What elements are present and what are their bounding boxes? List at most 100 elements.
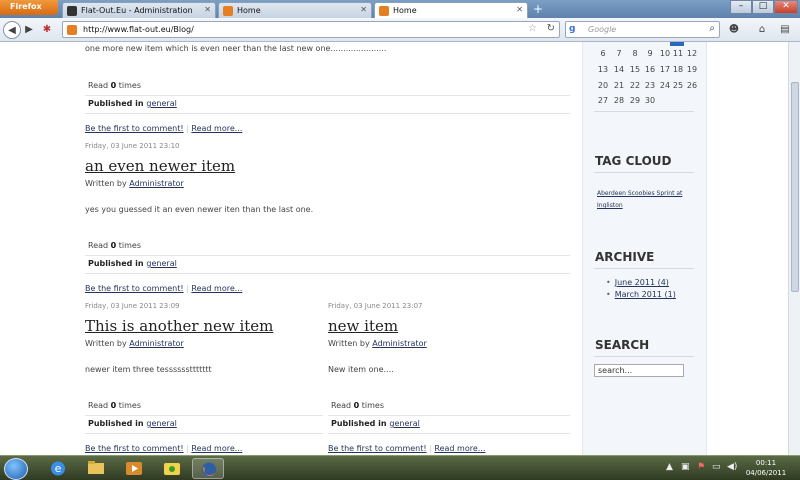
page-scrollbar[interactable] bbox=[788, 42, 800, 455]
author-link[interactable]: Administrator bbox=[129, 179, 184, 188]
comment-link[interactable]: Be the first to comment! bbox=[85, 444, 184, 453]
addon-icon[interactable]: ☻ bbox=[726, 21, 742, 39]
calendar-day[interactable]: 25 bbox=[671, 81, 685, 90]
firefox-taskbar-icon[interactable] bbox=[192, 458, 224, 479]
author-link[interactable]: Administrator bbox=[129, 339, 184, 348]
post-body: yes you guessed it an even newer iten th… bbox=[85, 205, 314, 214]
calendar-day[interactable]: 14 bbox=[612, 65, 626, 74]
read-more-link[interactable]: Read more... bbox=[191, 124, 242, 133]
show-hidden-icons[interactable]: ▲ bbox=[666, 462, 673, 472]
calendar-day[interactable]: 29 bbox=[628, 96, 642, 105]
divider bbox=[85, 433, 323, 434]
internet-explorer-icon[interactable]: e bbox=[42, 458, 74, 479]
close-tab-icon[interactable]: ✕ bbox=[516, 5, 523, 14]
calendar-day[interactable]: 9 bbox=[643, 49, 657, 58]
calendar-day[interactable]: 8 bbox=[628, 49, 642, 58]
calendar-day[interactable]: 10 bbox=[658, 49, 672, 58]
close-tab-icon[interactable]: ✕ bbox=[204, 5, 211, 14]
calendar-day[interactable]: 7 bbox=[612, 49, 626, 58]
menu-icon[interactable]: ▤ bbox=[776, 21, 794, 39]
divider bbox=[328, 415, 570, 416]
reload-icon[interactable]: ↻ bbox=[547, 23, 555, 34]
calendar-day[interactable]: 24 bbox=[658, 81, 672, 90]
calendar-day[interactable]: 22 bbox=[628, 81, 642, 90]
site-search-input[interactable] bbox=[594, 364, 684, 377]
divider bbox=[328, 433, 570, 434]
minimize-button[interactable]: – bbox=[730, 0, 752, 14]
calendar-day[interactable]: 12 bbox=[685, 49, 699, 58]
system-clock[interactable]: 00:11 04/06/2011 bbox=[744, 458, 788, 478]
calendar-day[interactable]: 23 bbox=[643, 81, 657, 90]
search-icon[interactable]: ⌕ bbox=[709, 23, 715, 34]
calendar-day[interactable]: 20 bbox=[596, 81, 610, 90]
url-bar[interactable]: http://www.flat-out.eu/Blog/ ☆ ↻ bbox=[62, 21, 560, 38]
calendar-day[interactable]: 11 bbox=[671, 49, 685, 58]
comment-link[interactable]: Be the first to comment! bbox=[85, 124, 184, 133]
read-more-link[interactable]: Read more... bbox=[434, 444, 485, 453]
archive-item: June 2011 (4) bbox=[606, 278, 676, 287]
comment-link[interactable]: Be the first to comment! bbox=[85, 284, 184, 293]
archive-link[interactable]: March 2011 (1) bbox=[615, 290, 676, 299]
post-date: Friday, 03 June 2011 23:07 bbox=[328, 302, 423, 310]
calendar-day[interactable]: 28 bbox=[612, 96, 626, 105]
forward-button[interactable]: ▶ bbox=[23, 21, 35, 39]
calendar-day[interactable]: 19 bbox=[685, 65, 699, 74]
post-title-link[interactable]: new item bbox=[328, 317, 398, 335]
post-category: Published in general bbox=[88, 259, 177, 268]
category-link[interactable]: general bbox=[389, 419, 419, 428]
calendar-day[interactable]: 13 bbox=[596, 65, 610, 74]
post-title-link[interactable]: an even newer item bbox=[85, 157, 235, 175]
calendar-day[interactable]: 17 bbox=[658, 65, 672, 74]
category-link[interactable]: general bbox=[146, 99, 176, 108]
scrollbar-thumb[interactable] bbox=[791, 82, 799, 292]
google-icon[interactable]: g bbox=[569, 24, 575, 34]
comment-link[interactable]: Be the first to comment! bbox=[328, 444, 427, 453]
tab-label: Home bbox=[237, 6, 261, 15]
category-link[interactable]: general bbox=[146, 259, 176, 268]
calendar-day[interactable]: 26 bbox=[685, 81, 699, 90]
tab-label: Flat-Out.Eu - Administration bbox=[81, 6, 193, 15]
search-bar[interactable]: g Google ⌕ bbox=[565, 21, 720, 38]
tag-link[interactable]: Aberdeen Scoobies Sprint at Ingliston bbox=[597, 188, 693, 212]
archive-link[interactable]: June 2011 (4) bbox=[615, 278, 669, 287]
calendar-day[interactable]: 6 bbox=[596, 49, 610, 58]
tab-administration[interactable]: Flat-Out.Eu - Administration ✕ bbox=[62, 2, 216, 18]
calendar-day[interactable]: 30 bbox=[643, 96, 657, 105]
calendar-day[interactable]: 16 bbox=[643, 65, 657, 74]
post-actions: Be the first to comment! | Read more... bbox=[85, 284, 243, 293]
close-window-button[interactable]: ✕ bbox=[774, 0, 798, 14]
display-icon[interactable]: ▭ bbox=[712, 462, 721, 472]
file-explorer-icon[interactable] bbox=[80, 458, 112, 479]
calendar-day[interactable]: 15 bbox=[628, 65, 642, 74]
post-title-link[interactable]: This is another new item bbox=[85, 317, 273, 335]
tab-label: Home bbox=[393, 6, 417, 15]
read-more-link[interactable]: Read more... bbox=[191, 284, 242, 293]
maximize-button[interactable]: □ bbox=[752, 0, 774, 14]
bookmark-icon[interactable]: ✱ bbox=[38, 21, 56, 39]
volume-icon[interactable]: ◀) bbox=[727, 462, 737, 472]
network-icon[interactable]: ▣ bbox=[681, 462, 690, 472]
post-date: Friday, 03 June 2011 23:10 bbox=[85, 142, 180, 150]
tab-home-2[interactable]: Home ✕ bbox=[374, 2, 528, 18]
action-center-icon[interactable]: ⚑ bbox=[697, 462, 705, 472]
site-favicon-icon bbox=[379, 6, 389, 16]
firefox-menu-button[interactable]: Firefox bbox=[0, 0, 58, 15]
calendar-day[interactable]: 21 bbox=[612, 81, 626, 90]
star-icon[interactable]: ☆ bbox=[528, 23, 537, 34]
post-category: Published in general bbox=[331, 419, 420, 428]
home-icon[interactable]: ⌂ bbox=[754, 21, 770, 39]
media-player-icon[interactable] bbox=[118, 458, 150, 479]
calendar-day[interactable]: 27 bbox=[596, 96, 610, 105]
read-more-link[interactable]: Read more... bbox=[191, 444, 242, 453]
site-identity-icon bbox=[67, 25, 77, 35]
new-tab-button[interactable]: + bbox=[530, 3, 546, 17]
close-tab-icon[interactable]: ✕ bbox=[360, 5, 367, 14]
category-link[interactable]: general bbox=[146, 419, 176, 428]
author-link[interactable]: Administrator bbox=[372, 339, 427, 348]
tab-home-1[interactable]: Home ✕ bbox=[218, 2, 372, 18]
folder-app-icon[interactable] bbox=[156, 458, 188, 479]
start-button[interactable] bbox=[4, 458, 28, 480]
calendar-day[interactable]: 18 bbox=[671, 65, 685, 74]
divider bbox=[594, 111, 694, 112]
back-button[interactable]: ◀ bbox=[3, 21, 21, 39]
